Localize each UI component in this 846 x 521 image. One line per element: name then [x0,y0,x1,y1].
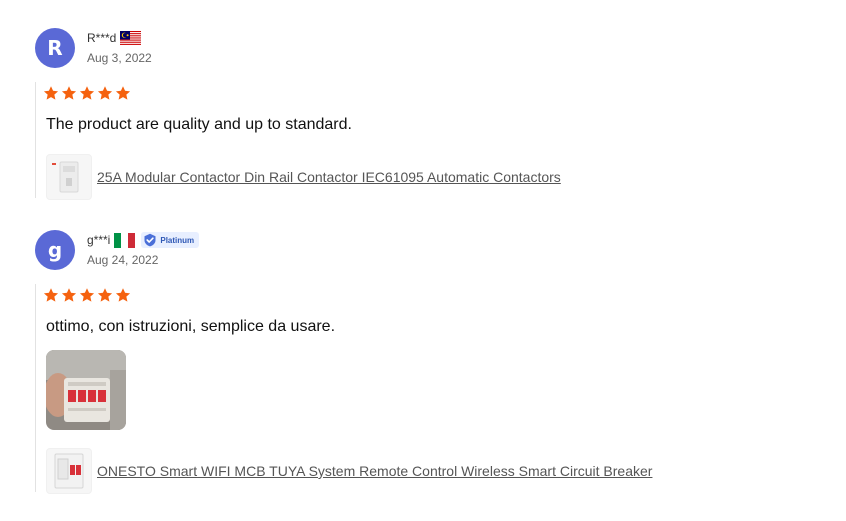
reviewer-info: g***i Platinum [87,232,200,248]
avatar: g [35,230,75,270]
star-icon [97,86,113,100]
platinum-badge: Platinum [141,232,200,248]
review-text: ottimo, con istruzioni, semplice da usar… [46,318,336,335]
star-icon [115,288,131,302]
verified-badge-icon [144,233,156,247]
star-icon [79,86,95,100]
review-date: Aug 3, 2022 [87,51,152,65]
star-icon [43,86,59,100]
mcb-product-image [54,453,84,489]
reviewer-info: R***d [87,30,142,46]
rating-stars [43,85,131,101]
product-thumbnail[interactable] [46,154,92,200]
malaysia-flag-icon [120,30,142,46]
reviewer-name: R***d [87,31,117,45]
star-icon [61,288,77,302]
italy-flag-icon [114,232,136,248]
rating-stars [43,287,131,303]
star-icon [43,288,59,302]
divider [35,82,36,198]
reviewer-name: g***i [87,233,111,247]
product-link[interactable]: ONESTO Smart WIFI MCB TUYA System Remote… [97,463,652,479]
circuit-breaker-photo [46,350,126,430]
product-thumbnail[interactable] [46,448,92,494]
avatar: R [35,28,75,68]
star-icon [79,288,95,302]
star-icon [61,86,77,100]
review-photo[interactable] [46,350,126,430]
star-icon [115,86,131,100]
product-link[interactable]: 25A Modular Contactor Din Rail Contactor… [97,169,561,185]
review-text: The product are quality and up to standa… [46,116,352,133]
contactor-product-image [52,161,79,193]
star-icon [97,288,113,302]
divider [35,284,36,492]
review-date: Aug 24, 2022 [87,253,159,267]
